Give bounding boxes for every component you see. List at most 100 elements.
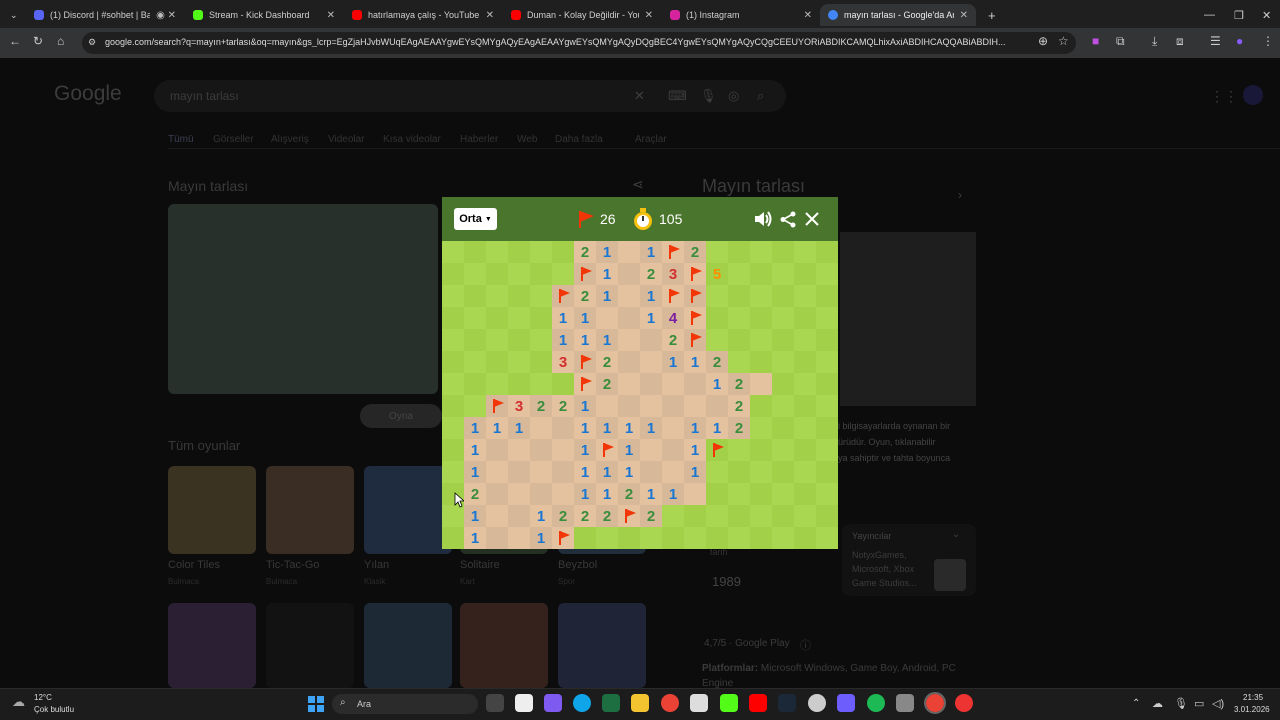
revealed-cell[interactable]: [684, 395, 706, 417]
hidden-cell[interactable]: [486, 373, 508, 395]
revealed-cell[interactable]: [552, 483, 574, 505]
revealed-cell[interactable]: [684, 285, 706, 307]
hidden-cell[interactable]: [794, 395, 816, 417]
edge-icon[interactable]: [573, 694, 591, 712]
revealed-cell[interactable]: [508, 527, 530, 549]
kick-icon[interactable]: [720, 694, 738, 712]
task-view-icon[interactable]: [486, 694, 504, 712]
game-thumb[interactable]: [460, 603, 548, 688]
hidden-cell[interactable]: [728, 263, 750, 285]
tab-all[interactable]: Tümü: [168, 134, 194, 145]
hidden-cell[interactable]: [772, 483, 794, 505]
tab-images[interactable]: Görseller: [213, 134, 254, 145]
revealed-cell[interactable]: [574, 263, 596, 285]
mic-icon[interactable]: 🎙: [700, 88, 717, 104]
hidden-cell[interactable]: [486, 307, 508, 329]
hidden-cell[interactable]: [794, 285, 816, 307]
hidden-cell[interactable]: [684, 505, 706, 527]
hidden-cell[interactable]: [816, 439, 838, 461]
hidden-cell[interactable]: [662, 527, 684, 549]
hidden-cell[interactable]: [530, 285, 552, 307]
revealed-cell[interactable]: [552, 439, 574, 461]
hidden-cell[interactable]: [508, 241, 530, 263]
google-logo[interactable]: Google: [54, 82, 122, 106]
hidden-cell[interactable]: [706, 439, 728, 461]
hidden-cell[interactable]: [750, 527, 772, 549]
reading-list-icon[interactable]: ☰: [1210, 34, 1221, 48]
copilot-icon[interactable]: [544, 694, 562, 712]
hidden-cell[interactable]: [728, 439, 750, 461]
translate-icon[interactable]: ⧈: [1176, 34, 1184, 49]
revealed-cell[interactable]: [574, 373, 596, 395]
hidden-cell[interactable]: [728, 505, 750, 527]
game-thumb[interactable]: [168, 603, 256, 688]
menu-icon[interactable]: ⋮: [1262, 34, 1274, 48]
game-thumb[interactable]: [364, 603, 452, 688]
hidden-cell[interactable]: [816, 417, 838, 439]
revealed-cell[interactable]: [552, 461, 574, 483]
weather-desc[interactable]: Çok bulutlu: [34, 705, 74, 714]
url-text[interactable]: google.com/search?q=mayın+tarlası&oq=may…: [105, 37, 1025, 47]
hidden-cell[interactable]: [442, 373, 464, 395]
hidden-cell[interactable]: [772, 329, 794, 351]
hidden-cell[interactable]: [728, 461, 750, 483]
hidden-cell[interactable]: [508, 329, 530, 351]
hidden-cell[interactable]: [442, 417, 464, 439]
revealed-cell[interactable]: [552, 417, 574, 439]
hidden-cell[interactable]: [508, 307, 530, 329]
hidden-cell[interactable]: [794, 351, 816, 373]
browser-tab[interactable]: (1) Discord | #sohbet | Bay ◉ ✕: [26, 4, 184, 26]
file-explorer-icon[interactable]: [631, 694, 649, 712]
network-icon[interactable]: ▭: [1194, 697, 1204, 710]
hidden-cell[interactable]: [772, 263, 794, 285]
hidden-cell[interactable]: [816, 483, 838, 505]
app-icon[interactable]: [896, 694, 914, 712]
revealed-cell[interactable]: [618, 263, 640, 285]
hidden-cell[interactable]: [706, 461, 728, 483]
revealed-cell[interactable]: [618, 395, 640, 417]
hidden-cell[interactable]: [442, 439, 464, 461]
app-icon[interactable]: [690, 694, 708, 712]
youtube-icon[interactable]: [749, 694, 767, 712]
tab-shopping[interactable]: Alışveriş: [271, 134, 309, 145]
minefield-grid[interactable]: 2 1 1 21 2 3 52 1 11 1 1 41 1 1 23 2 1 1 22 1 23 2 2 1 21 1 1 1 1 1 1 1…: [442, 241, 838, 549]
hidden-cell[interactable]: [508, 263, 530, 285]
site-info-icon[interactable]: ⚙: [88, 37, 96, 48]
hidden-cell[interactable]: [816, 329, 838, 351]
taskbar-search[interactable]: [332, 694, 478, 714]
revealed-cell[interactable]: [662, 241, 684, 263]
revealed-cell[interactable]: [684, 373, 706, 395]
revealed-cell[interactable]: [662, 285, 684, 307]
revealed-cell[interactable]: [508, 461, 530, 483]
hidden-cell[interactable]: [464, 307, 486, 329]
hidden-cell[interactable]: [530, 241, 552, 263]
hidden-cell[interactable]: [706, 329, 728, 351]
game-thumb-pacman[interactable]: [266, 603, 354, 688]
hidden-cell[interactable]: [464, 263, 486, 285]
hidden-cell[interactable]: [816, 461, 838, 483]
hidden-cell[interactable]: [816, 527, 838, 549]
hidden-cell[interactable]: [706, 527, 728, 549]
hidden-cell[interactable]: [728, 483, 750, 505]
hidden-cell[interactable]: [794, 263, 816, 285]
close-icon[interactable]: ✕: [804, 10, 812, 21]
avatar[interactable]: [1243, 85, 1263, 105]
hidden-cell[interactable]: [530, 307, 552, 329]
tab-tools[interactable]: Araçlar: [635, 134, 667, 145]
hidden-cell[interactable]: [508, 351, 530, 373]
chrome-icon[interactable]: [661, 694, 679, 712]
mic-icon[interactable]: 🎙: [1174, 697, 1188, 710]
hidden-cell[interactable]: [530, 351, 552, 373]
hidden-cell[interactable]: [772, 461, 794, 483]
hidden-cell[interactable]: [794, 527, 816, 549]
home-icon[interactable]: ⌂: [57, 34, 64, 48]
close-icon[interactable]: ✕: [327, 10, 335, 21]
revealed-cell[interactable]: [662, 439, 684, 461]
browser-tab-active[interactable]: mayın tarlası - Google'da Ara ✕: [820, 4, 976, 26]
hidden-cell[interactable]: [486, 263, 508, 285]
revealed-cell[interactable]: [618, 285, 640, 307]
hidden-cell[interactable]: [552, 263, 574, 285]
browser-tab[interactable]: Duman - Kolay Değildir - YouTu✕: [503, 4, 661, 26]
hidden-cell[interactable]: [750, 263, 772, 285]
chevron-right-icon[interactable]: ›: [958, 188, 962, 202]
